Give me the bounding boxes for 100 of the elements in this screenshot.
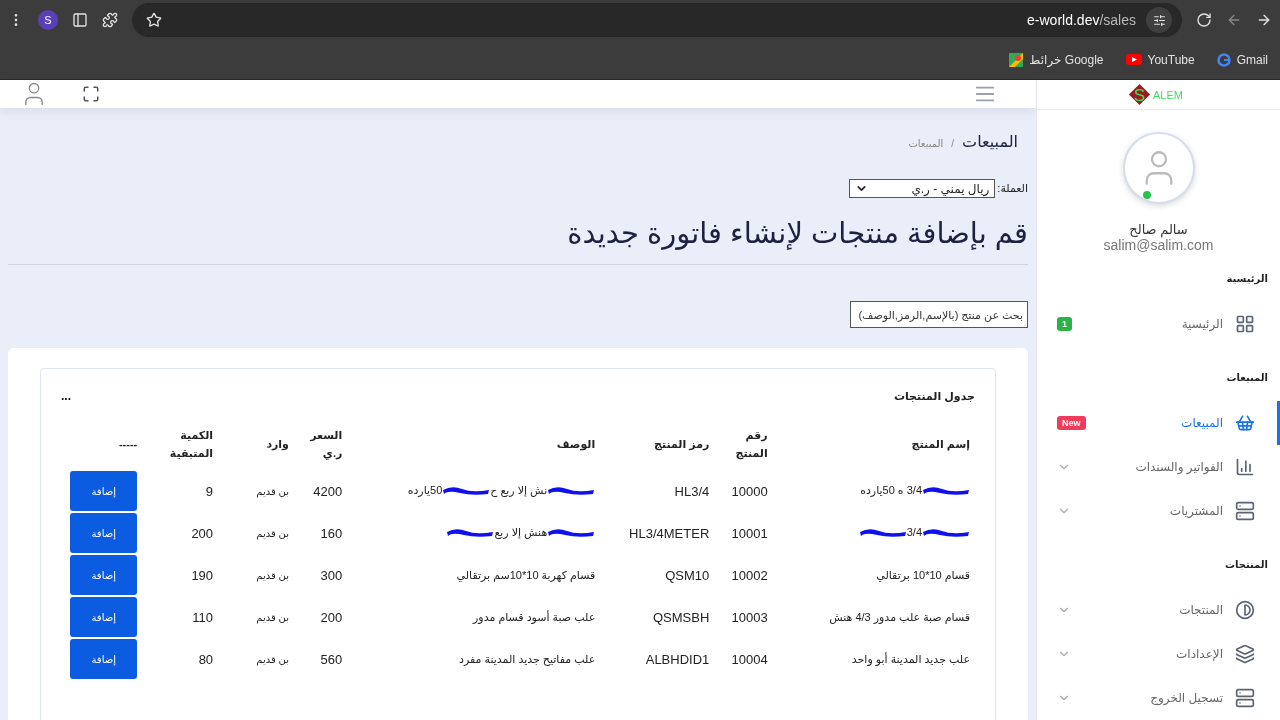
table-cell: 110 (192, 609, 214, 625)
nav-item[interactable]: الفواتير والسندات (1037, 445, 1280, 489)
column-header: رمز المنتج (654, 437, 710, 450)
map-pin-icon (1009, 52, 1024, 67)
currency-label: العملة: (997, 182, 1028, 195)
table-cell: 80 (198, 651, 214, 667)
nav-label: المشتريات (1169, 504, 1223, 518)
user-email: salim@salim.com (1103, 237, 1214, 253)
add-button[interactable]: إضافة (70, 555, 138, 596)
side-panel-icon[interactable] (72, 12, 88, 28)
bookmark-label[interactable]: Gmail (1236, 52, 1268, 67)
add-button[interactable]: إضافة (70, 639, 138, 680)
table-cell: 160 (320, 525, 343, 541)
table-cell: بن قديم (256, 653, 289, 665)
currency-select[interactable]: ريال يمني - ر.ي (849, 179, 996, 198)
column-header: رقم المنتج (735, 429, 768, 459)
nav-item[interactable]: المشتريات (1037, 489, 1280, 533)
table-cell: 200 (320, 609, 343, 625)
layers-icon (1235, 644, 1255, 664)
table-cell: 10002 (731, 567, 768, 583)
column-header: الكمية المتبقية (169, 429, 214, 459)
play-icon (1125, 54, 1142, 65)
cell-text: قسام 10*10 برتقالي (876, 568, 970, 582)
cell-text: هنش إلا ربع (494, 525, 548, 539)
forward-icon[interactable] (1256, 12, 1272, 28)
cell-text: 3/4 (906, 526, 922, 539)
nav-badge: 1 (1057, 317, 1072, 331)
nav-label: الإعدادات (1176, 647, 1223, 661)
sliders-icon (1152, 13, 1166, 27)
table-cell: HL3/4 (674, 483, 710, 499)
bookmark-label[interactable]: YouTube (1147, 52, 1195, 67)
table-cell: 10004 (731, 651, 768, 667)
cell-text: علب صبة أسود قسام مدور (473, 610, 596, 624)
table-cell: QSM10 (665, 567, 710, 583)
url-text: e-world.dev/sales (1027, 12, 1136, 28)
cell-text: نش إلا ربع ح (490, 483, 548, 497)
extensions-icon[interactable] (102, 12, 118, 28)
nav-label: الفواتير والسندات (1135, 460, 1223, 474)
nav-item[interactable]: الإعدادات (1037, 632, 1280, 676)
cell-text: قسام كهربة 10*10سم برتقالي (456, 568, 596, 582)
table-cell: 10001 (731, 525, 768, 541)
column-header: إسم المنتج (911, 437, 970, 450)
redaction-mark (547, 484, 596, 497)
add-button[interactable]: إضافة (70, 597, 138, 638)
site-settings-button[interactable] (1146, 7, 1172, 33)
table-cell: 4200 (313, 483, 343, 499)
page-title: المبيعات (962, 132, 1018, 151)
section-title: المنتجات (1223, 559, 1269, 570)
table-cell: 190 (191, 567, 214, 583)
column-header: الوصف (556, 437, 596, 450)
nav-label: المنتجات (1179, 603, 1223, 617)
redaction-mark (858, 526, 907, 539)
table-cell: ALBHDID1 (645, 651, 710, 667)
reload-icon[interactable] (1196, 12, 1212, 28)
bookmark-label[interactable]: خرائط Google (1029, 52, 1104, 67)
half-circle-icon (1235, 600, 1255, 620)
table-cell: بن قديم (256, 527, 289, 539)
nav-item[interactable]: المنتجات (1037, 588, 1280, 632)
add-button[interactable]: إضافة (70, 471, 138, 512)
column-header: السعر ر.ي (310, 429, 343, 459)
basket-icon (1235, 413, 1255, 433)
search-field[interactable]: بحث عن منتج (بالإسم,الرمز,الوصف) (850, 301, 1028, 328)
server-icon (1235, 501, 1255, 521)
redaction-mark (442, 484, 491, 497)
fullscreen-icon[interactable] (82, 85, 100, 103)
column-header: وارد (266, 437, 289, 450)
cell-text: علب جديد المدينة أبو واحد (851, 652, 970, 666)
star-icon[interactable] (146, 12, 162, 28)
profile-avatar[interactable]: S (38, 10, 58, 30)
cell-text: علب مفاتيح جديد المدينة مفرد (459, 652, 596, 666)
table-cell: 9 (205, 483, 214, 499)
nav-label: الرئيسية (1181, 317, 1223, 331)
cell-text: 3/4 ه 50يارده (860, 483, 922, 497)
nav-item[interactable]: تسجيل الخروج (1037, 676, 1280, 720)
g-logo-icon (1216, 52, 1231, 67)
breadcrumb-separator: / (951, 138, 955, 149)
table-cell: 10003 (731, 609, 768, 625)
section-title: الرئيسية (1225, 273, 1269, 284)
address-bar[interactable]: e-world.dev/sales (132, 3, 1182, 37)
logo: S ALEM (1125, 81, 1192, 108)
nav-label: تسجيل الخروج (1150, 691, 1223, 705)
table-cell: HL3/4METER (629, 525, 710, 541)
table-cell: 300 (320, 567, 343, 583)
bar-chart-icon (1235, 457, 1255, 477)
back-icon[interactable] (1226, 12, 1242, 28)
redaction-mark (547, 526, 596, 539)
user-name: سالم صالح (1129, 222, 1188, 237)
table-cell: 200 (191, 525, 214, 541)
column-header: ----- (118, 437, 138, 450)
page-heading: قم بإضافة منتجات لإنشاء فاتورة جديدة (566, 216, 1028, 250)
add-button[interactable]: إضافة (70, 513, 138, 554)
section-title: المبيعات (1225, 372, 1269, 383)
table-cell: بن قديم (256, 569, 289, 581)
cell-text: قسام صبة علب مدور 4/3 هنش (829, 610, 970, 624)
table-cell: بن قديم (256, 485, 289, 497)
server-icon (1235, 688, 1255, 708)
breadcrumb[interactable]: المبيعات (908, 138, 944, 149)
more-menu[interactable]: ... (61, 389, 71, 403)
card-title: جدول المنتجات (893, 389, 975, 403)
table-cell: 10000 (731, 483, 768, 499)
